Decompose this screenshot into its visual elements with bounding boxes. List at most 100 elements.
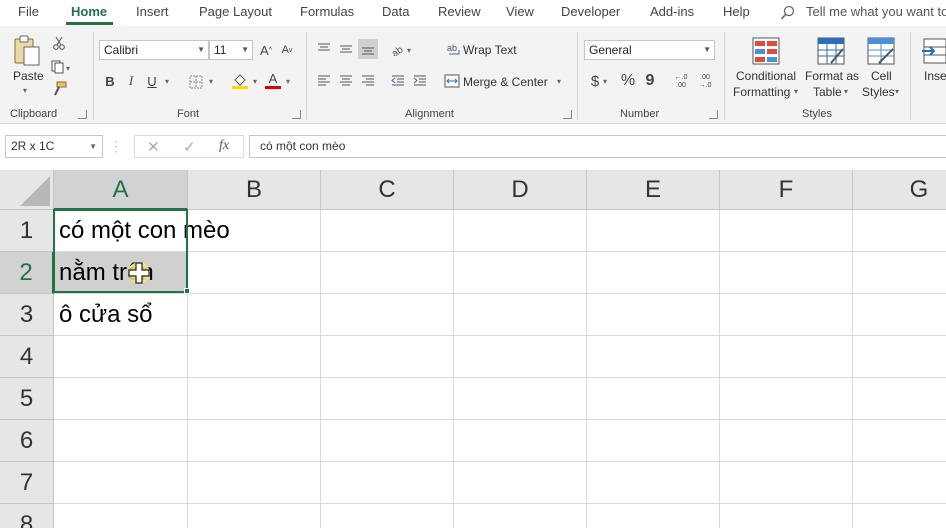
- cell-a6[interactable]: [54, 420, 188, 462]
- cell-d5[interactable]: [454, 378, 587, 420]
- align-center-icon[interactable]: [337, 72, 355, 90]
- tab-view[interactable]: View: [506, 4, 534, 19]
- cell-c6[interactable]: [321, 420, 454, 462]
- fill-handle[interactable]: [184, 288, 190, 294]
- decrease-font-size-icon[interactable]: Av: [278, 41, 296, 59]
- comma-style-button[interactable]: 9: [643, 72, 657, 90]
- paste-icon[interactable]: [10, 34, 44, 68]
- cell-f4[interactable]: [720, 336, 853, 378]
- merge-center-icon[interactable]: [443, 72, 461, 90]
- cell-f8[interactable]: [720, 504, 853, 528]
- format-as-table-caret[interactable]: ▾: [844, 87, 848, 96]
- select-all-button[interactable]: [0, 170, 54, 210]
- cell-g8[interactable]: [853, 504, 946, 528]
- cell-e5[interactable]: [587, 378, 720, 420]
- decrease-indent-icon[interactable]: [389, 72, 407, 90]
- conditional-formatting-icon[interactable]: [751, 36, 781, 66]
- cell-b6[interactable]: [188, 420, 321, 462]
- cell-styles-label-2[interactable]: Styles: [862, 85, 895, 99]
- row-header-5[interactable]: 5: [0, 378, 54, 420]
- cell-a1[interactable]: có một con mèo: [54, 210, 230, 252]
- cell-f2[interactable]: [720, 252, 853, 294]
- cell-e4[interactable]: [587, 336, 720, 378]
- align-left-icon[interactable]: [315, 72, 333, 90]
- cell-b2[interactable]: [188, 252, 321, 294]
- cell-b7[interactable]: [188, 462, 321, 504]
- column-header-g[interactable]: G: [853, 170, 946, 210]
- underline-button[interactable]: U: [144, 72, 160, 90]
- number-format-select[interactable]: General ▼: [584, 40, 715, 60]
- increase-decimal-button[interactable]: ←.0 .00: [670, 71, 692, 93]
- cell-c4[interactable]: [321, 336, 454, 378]
- cell-c5[interactable]: [321, 378, 454, 420]
- increase-indent-icon[interactable]: [411, 72, 429, 90]
- increase-font-size-icon[interactable]: A ^: [257, 41, 275, 59]
- tab-developer[interactable]: Developer: [561, 4, 620, 19]
- cell-b3[interactable]: [188, 294, 321, 336]
- tab-review[interactable]: Review: [438, 4, 481, 19]
- decrease-decimal-button[interactable]: .00 →.0: [694, 71, 716, 93]
- align-top-icon[interactable]: [315, 40, 333, 58]
- cell-c7[interactable]: [321, 462, 454, 504]
- row-header-3[interactable]: 3: [0, 294, 54, 336]
- cell-g1[interactable]: [853, 210, 946, 252]
- cell-a5[interactable]: [54, 378, 188, 420]
- cancel-icon[interactable]: ✕: [147, 138, 160, 156]
- paste-dropdown-caret[interactable]: ▾: [23, 86, 27, 95]
- insert-cells-icon[interactable]: [920, 36, 946, 66]
- cell-e2[interactable]: [587, 252, 720, 294]
- cell-b4[interactable]: [188, 336, 321, 378]
- cell-styles-icon[interactable]: [866, 36, 896, 66]
- clipboard-launcher-icon[interactable]: [78, 110, 87, 119]
- orientation-icon[interactable]: ab ▾: [388, 40, 416, 58]
- tab-data[interactable]: Data: [382, 4, 409, 19]
- row-header-6[interactable]: 6: [0, 420, 54, 462]
- borders-icon[interactable]: [187, 73, 205, 91]
- drag-handle-icon[interactable]: · · ·: [114, 135, 118, 157]
- borders-dropdown-caret[interactable]: ▾: [209, 77, 213, 86]
- format-as-table-label-2[interactable]: Table: [813, 85, 842, 99]
- merge-center-dropdown-caret[interactable]: ▾: [557, 77, 561, 86]
- cell-c1[interactable]: [321, 210, 454, 252]
- cell-e1[interactable]: [587, 210, 720, 252]
- fill-color-icon[interactable]: [230, 71, 250, 91]
- cell-g2[interactable]: [853, 252, 946, 294]
- tab-insert[interactable]: Insert: [136, 4, 169, 19]
- row-header-1[interactable]: 1: [0, 210, 54, 252]
- merge-center-label[interactable]: Merge & Center: [463, 75, 548, 89]
- align-right-icon[interactable]: [359, 72, 377, 90]
- insert-function-icon[interactable]: fx: [219, 138, 229, 154]
- font-color-icon[interactable]: A: [264, 70, 282, 90]
- cell-e6[interactable]: [587, 420, 720, 462]
- cell-e8[interactable]: [587, 504, 720, 528]
- cell-f7[interactable]: [720, 462, 853, 504]
- cell-a2[interactable]: nằm trên: [54, 252, 188, 294]
- row-header-7[interactable]: 7: [0, 462, 54, 504]
- insert-cells-label[interactable]: Inse: [924, 69, 946, 83]
- currency-dropdown-caret[interactable]: ▾: [603, 77, 607, 86]
- conditional-formatting-label-2[interactable]: Formatting: [733, 85, 790, 99]
- tab-help[interactable]: Help: [723, 4, 750, 19]
- tab-file[interactable]: File: [18, 4, 39, 19]
- column-header-a[interactable]: A: [54, 170, 188, 210]
- name-box[interactable]: 2R x 1C ▼: [5, 135, 103, 158]
- bold-button[interactable]: B: [102, 72, 118, 90]
- cell-d4[interactable]: [454, 336, 587, 378]
- cell-styles-label-1[interactable]: Cell: [871, 69, 892, 83]
- font-launcher-icon[interactable]: [292, 110, 301, 119]
- row-header-4[interactable]: 4: [0, 336, 54, 378]
- font-name-select[interactable]: Calibri ▼: [99, 40, 209, 60]
- underline-dropdown-caret[interactable]: ▾: [165, 77, 169, 86]
- row-header-8[interactable]: 8: [0, 504, 54, 528]
- conditional-formatting-label-1[interactable]: Conditional: [736, 69, 796, 83]
- alignment-launcher-icon[interactable]: [563, 110, 572, 119]
- wrap-text-icon[interactable]: ab: [446, 40, 462, 58]
- align-bottom-icon[interactable]: [358, 39, 378, 59]
- column-header-e[interactable]: E: [587, 170, 720, 210]
- wrap-text-label[interactable]: Wrap Text: [463, 43, 517, 57]
- formula-input[interactable]: có một con mèo: [249, 135, 946, 158]
- cell-g6[interactable]: [853, 420, 946, 462]
- cell-styles-caret[interactable]: ▾: [895, 87, 899, 96]
- cell-f5[interactable]: [720, 378, 853, 420]
- cell-c2[interactable]: [321, 252, 454, 294]
